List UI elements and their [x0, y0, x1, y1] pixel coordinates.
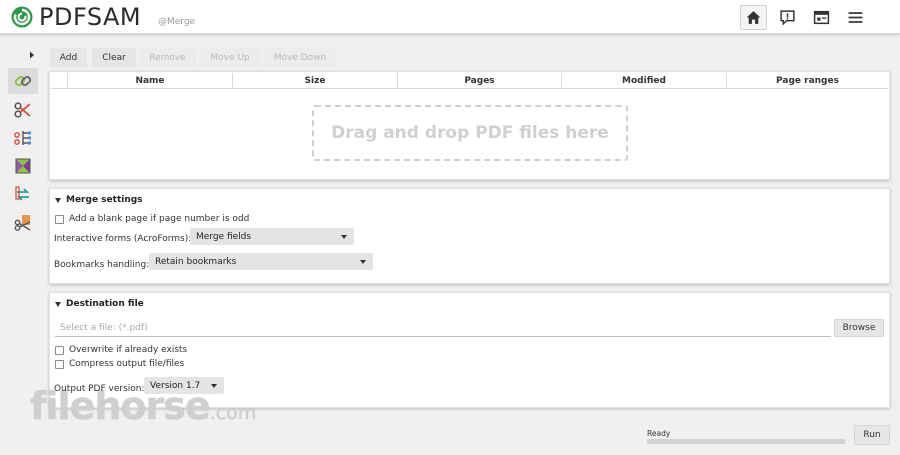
alternate-mix-icon	[15, 158, 31, 174]
chevron-down-icon	[360, 260, 366, 264]
file-table[interactable]: Name Size Pages Modified Page ranges Dra…	[49, 71, 890, 180]
home-icon	[746, 11, 761, 24]
pdf-version-value: Version 1.7	[150, 380, 201, 391]
expand-sidebar-icon[interactable]	[27, 50, 37, 60]
blank-page-label: Add a blank page if page number is odd	[69, 214, 250, 224]
home-button[interactable]	[740, 5, 767, 30]
collapse-arrow-icon	[55, 197, 61, 203]
dashboard-button[interactable]	[808, 5, 835, 30]
destination-header[interactable]: Destination file	[55, 299, 144, 309]
column-header-pages[interactable]: Pages	[398, 73, 562, 89]
add-button[interactable]: Add	[50, 48, 87, 67]
status-label: Ready	[647, 429, 671, 438]
sidebar-tool-extract[interactable]	[8, 210, 38, 236]
run-button[interactable]: Run	[854, 425, 890, 445]
rotate-icon	[15, 186, 30, 201]
move-up-button[interactable]: Move Up	[199, 48, 261, 67]
dashboard-icon	[813, 10, 830, 25]
bookmarks-select-value: Retain bookmarks	[155, 256, 237, 267]
news-button[interactable]	[774, 5, 801, 30]
column-header-page-ranges[interactable]: Page ranges	[727, 73, 888, 89]
destination-file-input[interactable]: Select a file: (*.pdf)	[55, 320, 831, 337]
compress-checkbox[interactable]	[55, 359, 64, 369]
version-label: Output PDF version:	[54, 384, 145, 394]
overwrite-checkbox[interactable]	[55, 345, 64, 355]
column-header-select[interactable]	[51, 73, 68, 89]
merge-icon	[14, 76, 32, 86]
sidebar-tool-split-by-bookmarks[interactable]	[8, 125, 38, 151]
forms-select-value: Merge fields	[196, 231, 252, 242]
chevron-down-icon	[341, 235, 347, 239]
table-header: Name Size Pages Modified Page ranges	[51, 73, 888, 89]
overwrite-option[interactable]: Overwrite if already exists	[55, 345, 187, 355]
news-icon	[780, 10, 795, 26]
progress-bar	[647, 439, 845, 444]
pdf-version-select[interactable]: Version 1.7	[144, 377, 224, 394]
main-menu-button[interactable]	[842, 5, 869, 30]
extract-icon	[14, 215, 31, 231]
sidebar-tool-rotate[interactable]	[8, 181, 38, 207]
destination-title: Destination file	[66, 299, 144, 309]
watermark-suffix: .com	[209, 402, 257, 424]
header-bar: PDFSAM @Merge	[0, 0, 900, 34]
bookmarks-label: Bookmarks handling:	[54, 260, 150, 270]
destination-file-placeholder: Select a file: (*.pdf)	[60, 323, 148, 333]
column-header-modified[interactable]: Modified	[562, 73, 727, 89]
split-icon	[14, 102, 31, 118]
column-header-name[interactable]: Name	[68, 73, 233, 89]
bookmarks-select[interactable]: Retain bookmarks	[149, 253, 373, 270]
merge-settings-title: Merge settings	[66, 195, 143, 205]
pdfsam-logo-icon	[11, 6, 33, 28]
menu-icon	[848, 12, 863, 23]
sidebar-tool-alternate-mix[interactable]	[8, 153, 38, 179]
column-header-size[interactable]: Size	[233, 73, 398, 89]
app-logo-text: PDFSAM	[39, 3, 142, 31]
blank-page-option[interactable]: Add a blank page if page number is odd	[55, 214, 249, 224]
overwrite-label: Overwrite if already exists	[69, 345, 188, 355]
merge-settings-header[interactable]: Merge settings	[55, 195, 143, 205]
clear-button[interactable]: Clear	[92, 48, 136, 67]
forms-select[interactable]: Merge fields	[190, 228, 354, 245]
move-down-button[interactable]: Move Down	[264, 48, 336, 67]
forms-label: Interactive forms (AcroForms):	[54, 234, 192, 244]
remove-button[interactable]: Remove	[139, 48, 196, 67]
module-label: @Merge	[158, 17, 196, 27]
split-by-bookmarks-icon	[14, 131, 31, 145]
compress-option[interactable]: Compress output file/files	[55, 359, 184, 369]
sidebar-tool-merge[interactable]	[8, 68, 38, 94]
drop-zone[interactable]: Drag and drop PDF files here	[312, 105, 628, 161]
sidebar-tool-split[interactable]	[8, 97, 38, 123]
blank-page-checkbox[interactable]	[55, 214, 64, 224]
collapse-arrow-icon	[55, 301, 61, 307]
chevron-down-icon	[211, 384, 217, 388]
browse-button[interactable]: Browse	[834, 319, 884, 337]
compress-label: Compress output file/files	[69, 359, 185, 369]
